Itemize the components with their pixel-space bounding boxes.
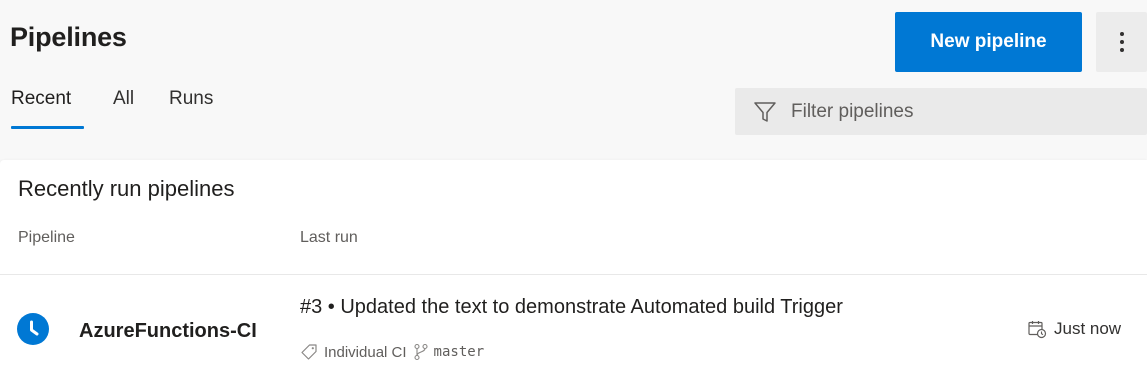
filter-icon xyxy=(754,101,776,122)
recent-pipelines-card: Recently run pipelines Pipeline Last run… xyxy=(0,160,1147,384)
page-title: Pipelines xyxy=(10,22,127,52)
clock-icon xyxy=(30,320,39,336)
more-vertical-icon xyxy=(1119,32,1124,52)
table-row[interactable]: AzureFunctions-CI #3 • Updated the text … xyxy=(0,275,1147,384)
column-header-last-run: Last run xyxy=(300,229,358,246)
run-status-badge xyxy=(17,313,49,345)
card-title: Recently run pipelines xyxy=(18,176,235,201)
run-reason: Individual CI xyxy=(324,343,407,361)
pipelines-page: Pipelines New pipeline Recent All Runs R… xyxy=(0,0,1147,384)
filter-pipelines-input[interactable] xyxy=(791,100,1091,123)
filter-box[interactable] xyxy=(735,88,1147,135)
run-meta: Individual CI master xyxy=(300,340,484,364)
branch-icon xyxy=(413,343,428,361)
run-time-text: Just now xyxy=(1054,319,1122,338)
run-time: Just now xyxy=(1027,317,1121,341)
column-header-pipeline: Pipeline xyxy=(18,229,75,246)
run-branch: master xyxy=(433,344,485,360)
tag-icon xyxy=(301,344,317,360)
run-title-link[interactable]: #3 • Updated the text to demonstrate Aut… xyxy=(300,296,843,319)
pipeline-name-link[interactable]: AzureFunctions-CI xyxy=(79,320,257,343)
tab-runs[interactable]: Runs xyxy=(169,88,213,110)
calendar-clock-icon xyxy=(1028,321,1047,339)
more-actions-button[interactable] xyxy=(1096,12,1147,72)
tab-recent[interactable]: Recent xyxy=(11,88,71,110)
new-pipeline-button[interactable]: New pipeline xyxy=(895,12,1082,72)
selected-tab-indicator xyxy=(11,126,84,129)
tab-all[interactable]: All xyxy=(113,88,134,110)
